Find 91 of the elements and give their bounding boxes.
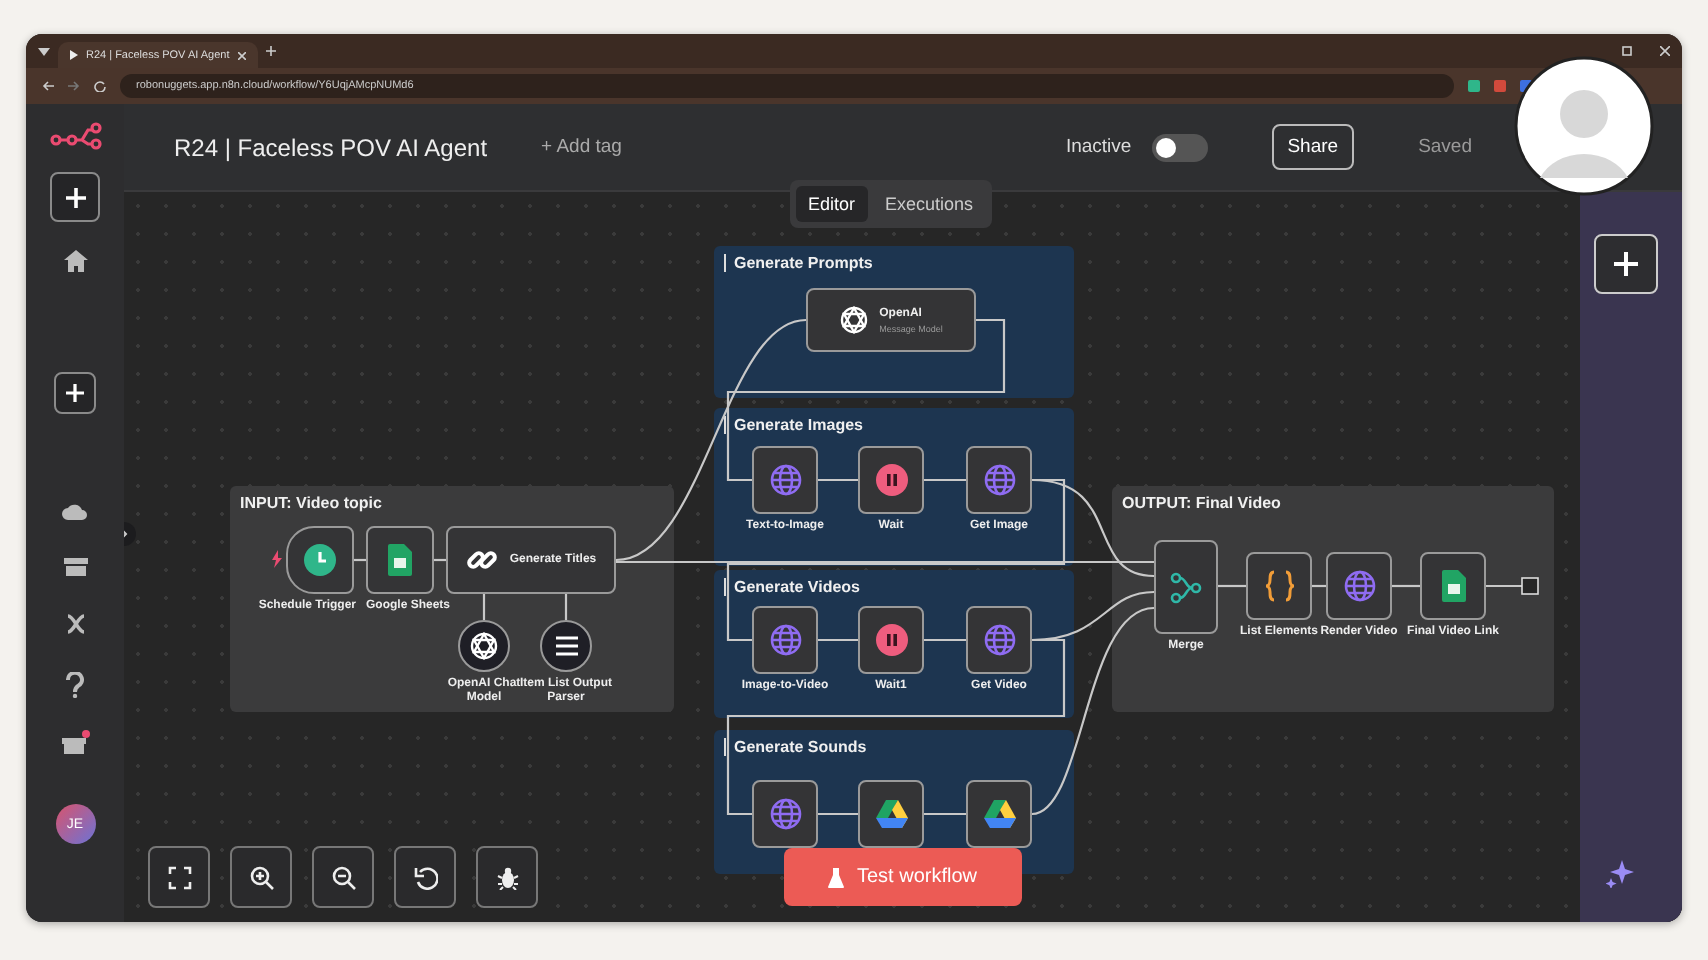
plus-icon bbox=[65, 187, 85, 207]
workflow-node[interactable] bbox=[858, 606, 924, 674]
workflow-node[interactable] bbox=[752, 446, 818, 514]
active-toggle[interactable] bbox=[1151, 133, 1208, 161]
workflow-node[interactable] bbox=[1420, 552, 1486, 620]
merge-icon bbox=[1170, 571, 1202, 603]
connection-line bbox=[1312, 584, 1326, 588]
logo-icon[interactable] bbox=[49, 122, 101, 150]
view-tab[interactable]: Editor bbox=[796, 186, 868, 222]
play-icon bbox=[70, 50, 78, 60]
pause-icon bbox=[875, 624, 907, 656]
globe-icon bbox=[1343, 570, 1375, 602]
add-node-icon[interactable] bbox=[1521, 577, 1539, 595]
globe-icon bbox=[769, 464, 801, 496]
workflow-node[interactable] bbox=[366, 526, 434, 594]
pause-icon bbox=[875, 464, 907, 496]
reset-icon bbox=[413, 865, 437, 889]
workflow-node[interactable] bbox=[858, 446, 924, 514]
plus-icon bbox=[66, 384, 84, 402]
canvas-control-button[interactable] bbox=[394, 846, 456, 908]
fit-view-icon bbox=[167, 865, 191, 889]
close-icon[interactable] bbox=[237, 51, 246, 59]
connection-line bbox=[482, 594, 486, 620]
workflow-node[interactable] bbox=[1326, 552, 1392, 620]
help-icon[interactable] bbox=[66, 672, 84, 698]
restore-icon[interactable] bbox=[1622, 46, 1632, 56]
triangle-icon bbox=[875, 800, 907, 828]
zoom-in-icon bbox=[249, 865, 273, 889]
globe-icon bbox=[983, 464, 1015, 496]
reload-icon[interactable] bbox=[94, 80, 106, 92]
new-tab-icon[interactable] bbox=[265, 46, 276, 56]
add-tag-link[interactable]: + Add tag bbox=[541, 136, 622, 158]
back-icon[interactable] bbox=[42, 80, 54, 92]
forward-icon[interactable] bbox=[68, 80, 80, 92]
workflow-node[interactable] bbox=[1154, 540, 1218, 634]
workflow-node[interactable] bbox=[966, 780, 1032, 848]
flask-icon bbox=[828, 867, 845, 887]
section-title: Generate Images bbox=[724, 416, 863, 434]
plus-icon bbox=[1614, 252, 1638, 276]
workflow-node[interactable] bbox=[286, 526, 354, 594]
close-icon[interactable] bbox=[1660, 46, 1670, 56]
share-button[interactable]: Share bbox=[1271, 124, 1355, 170]
spreadsheet-icon bbox=[388, 544, 412, 576]
workflow-node[interactable] bbox=[752, 780, 818, 848]
connection-line bbox=[1392, 584, 1420, 588]
connection-line bbox=[564, 594, 568, 620]
canvas-control-button[interactable] bbox=[476, 846, 538, 908]
connection-line bbox=[354, 558, 366, 562]
workflow-node[interactable] bbox=[858, 780, 924, 848]
canvas-control-button[interactable] bbox=[312, 846, 374, 908]
variable-icon[interactable] bbox=[63, 612, 87, 636]
workflow-node[interactable] bbox=[752, 606, 818, 674]
list-icon bbox=[555, 636, 577, 656]
connection-line bbox=[434, 558, 446, 562]
workflow-node[interactable] bbox=[966, 446, 1032, 514]
section-title: INPUT: Video topic bbox=[240, 494, 382, 512]
section-title: Generate Prompts bbox=[724, 254, 873, 272]
add-node-button[interactable] bbox=[1594, 234, 1658, 294]
knot-icon bbox=[839, 306, 868, 334]
braces-icon bbox=[1263, 570, 1295, 602]
cloud-icon[interactable] bbox=[62, 502, 88, 520]
workflow-node[interactable] bbox=[1246, 552, 1312, 620]
knot-icon bbox=[470, 632, 498, 660]
globe-icon bbox=[983, 624, 1015, 656]
status-label: Inactive bbox=[1065, 136, 1132, 158]
workflow-title[interactable]: R24 | Faceless POV AI Agent bbox=[174, 133, 488, 161]
home-icon[interactable] bbox=[63, 250, 87, 272]
gift-icon[interactable] bbox=[61, 730, 89, 754]
chevron-icon[interactable] bbox=[38, 47, 50, 55]
add-button[interactable] bbox=[50, 172, 100, 222]
sparkle-icon[interactable] bbox=[1606, 860, 1634, 888]
canvas-control-button[interactable] bbox=[230, 846, 292, 908]
bug-icon bbox=[495, 865, 519, 889]
clock-icon bbox=[304, 544, 336, 576]
section-title: OUTPUT: Final Video bbox=[1122, 494, 1281, 512]
bolt-icon bbox=[272, 550, 282, 568]
add-button[interactable] bbox=[54, 372, 96, 414]
workflow-node[interactable] bbox=[966, 606, 1032, 674]
connection-line bbox=[1486, 584, 1522, 588]
globe-icon bbox=[769, 798, 801, 830]
section-title: Generate Videos bbox=[724, 578, 860, 596]
globe-icon bbox=[769, 624, 801, 656]
saved-label: Saved bbox=[1418, 136, 1472, 158]
section-title: Generate Sounds bbox=[724, 738, 867, 756]
canvas-control-button[interactable] bbox=[148, 846, 210, 908]
triangle-icon bbox=[983, 800, 1015, 828]
view-tab[interactable]: Executions bbox=[873, 186, 986, 222]
connection-line bbox=[1218, 584, 1246, 588]
spreadsheet-icon bbox=[1441, 570, 1465, 602]
zoom-out-icon bbox=[331, 865, 355, 889]
box-icon[interactable] bbox=[63, 556, 87, 576]
